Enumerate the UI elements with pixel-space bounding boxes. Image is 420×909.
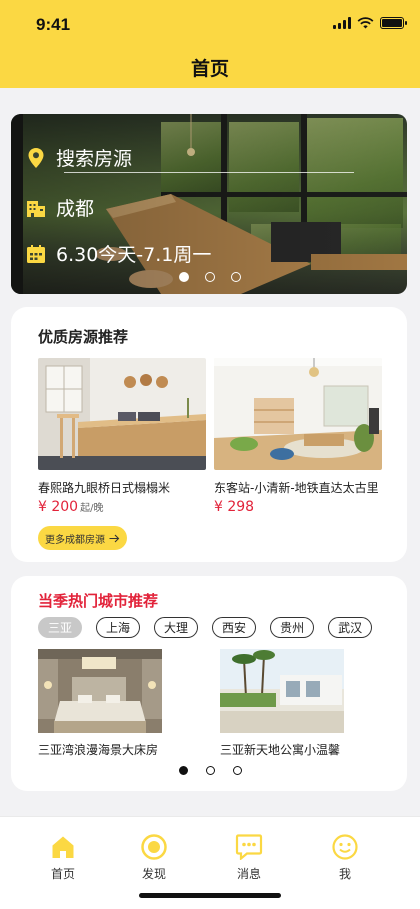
status-icons <box>333 17 407 29</box>
tab-messages[interactable]: 消息 <box>219 833 279 882</box>
page-dot[interactable] <box>232 766 242 775</box>
tab-label: 首页 <box>50 867 75 881</box>
wifi-icon <box>357 17 374 29</box>
listing-photo[interactable] <box>38 358 206 470</box>
banner-dot[interactable] <box>231 272 241 282</box>
profile-icon <box>331 833 359 861</box>
hot-listing-photo[interactable] <box>38 649 162 733</box>
recommend-title: 优质房源推荐 <box>38 328 129 346</box>
listing-card[interactable]: 东客站-小清新-地铁直达太古里 ¥ 298 <box>214 358 382 515</box>
tab-profile[interactable]: 我 <box>315 833 375 882</box>
hot-cities-pagination <box>0 766 420 775</box>
hot-listing-card[interactable]: 三亚湾浪漫海景大床房 <box>38 649 162 758</box>
hot-cities-card: 当季热门城市推荐 三亚 上海 大理 西安 贵州 武汉 三亚湾浪漫海景大床房 三亚… <box>11 576 407 791</box>
search-label[interactable]: 搜索房源 <box>56 144 132 171</box>
more-listings-label: 更多成都房源 <box>45 534 105 546</box>
calendar-icon <box>26 243 46 265</box>
banner-city-row[interactable]: 成都 <box>26 194 94 221</box>
home-icon <box>49 833 77 861</box>
hot-listing-photo[interactable] <box>220 649 344 733</box>
signal-icon <box>333 17 351 29</box>
banner-date-row[interactable]: 6.30今天-7.1周一 <box>26 240 211 267</box>
city-tab-wuhan[interactable]: 武汉 <box>328 617 373 638</box>
listing-name: 东客站-小清新-地铁直达太古里 <box>214 481 379 495</box>
banner-dot[interactable] <box>205 272 215 282</box>
more-listings-button[interactable]: 更多成都房源 <box>38 526 127 550</box>
location-pin-icon <box>26 147 46 169</box>
message-icon <box>235 833 263 861</box>
status-time: 9:41 <box>36 15 71 34</box>
listing-price: ¥ 200 起/晚 <box>38 499 206 515</box>
banner-dot[interactable] <box>179 272 189 282</box>
hot-listing-name: 三亚新天地公寓小温馨 <box>220 743 341 757</box>
price-value: ¥ 298 <box>214 499 255 515</box>
hot-listing-name: 三亚湾浪漫海景大床房 <box>38 743 159 757</box>
city-tab-shanghai[interactable]: 上海 <box>96 617 141 638</box>
tab-label: 发现 <box>141 867 166 881</box>
city-tab-sanya[interactable]: 三亚 <box>38 617 83 638</box>
home-indicator <box>139 893 281 898</box>
city-tab-guizhou[interactable]: 贵州 <box>270 617 315 638</box>
price-value: ¥ 200 <box>38 499 79 515</box>
tab-home[interactable]: 首页 <box>33 833 93 882</box>
page-dot[interactable] <box>178 766 188 775</box>
listing-name: 春熙路九眼桥日式榻榻米 <box>38 481 171 495</box>
tab-label: 我 <box>338 867 351 881</box>
tab-discover[interactable]: 发现 <box>124 833 184 882</box>
search-underline <box>64 172 354 173</box>
date-range[interactable]: 6.30今天-7.1周一 <box>56 240 211 267</box>
hot-listing-card[interactable]: 三亚新天地公寓小温馨 <box>220 649 344 758</box>
hot-cities-title: 当季热门城市推荐 <box>38 592 159 610</box>
listing-price: ¥ 298 <box>214 499 382 515</box>
banner-search-row[interactable]: 搜索房源 <box>26 144 132 171</box>
building-icon <box>26 197 46 219</box>
city-tab-dali[interactable]: 大理 <box>154 617 199 638</box>
banner-pagination <box>0 272 420 282</box>
listing-photo[interactable] <box>214 358 382 470</box>
listing-card[interactable]: 春熙路九眼桥日式榻榻米 ¥ 200 起/晚 <box>38 358 206 515</box>
city-tabs: 三亚 上海 大理 西安 贵州 武汉 <box>38 617 373 638</box>
arrow-right-icon <box>109 534 120 542</box>
page-dot[interactable] <box>205 766 215 775</box>
header: 9:41 首页 <box>0 0 420 88</box>
city-tab-xian[interactable]: 西安 <box>212 617 257 638</box>
city-label[interactable]: 成都 <box>56 194 94 221</box>
tab-label: 消息 <box>236 867 261 881</box>
price-unit: 起/晚 <box>80 503 104 514</box>
battery-icon <box>380 17 407 29</box>
page-title: 首页 <box>190 58 229 80</box>
discover-icon <box>140 833 168 861</box>
recommend-card: 优质房源推荐 春熙路九眼桥日式榻榻米 ¥ 200 起/晚 东客站-小清新-地铁直… <box>11 307 407 562</box>
